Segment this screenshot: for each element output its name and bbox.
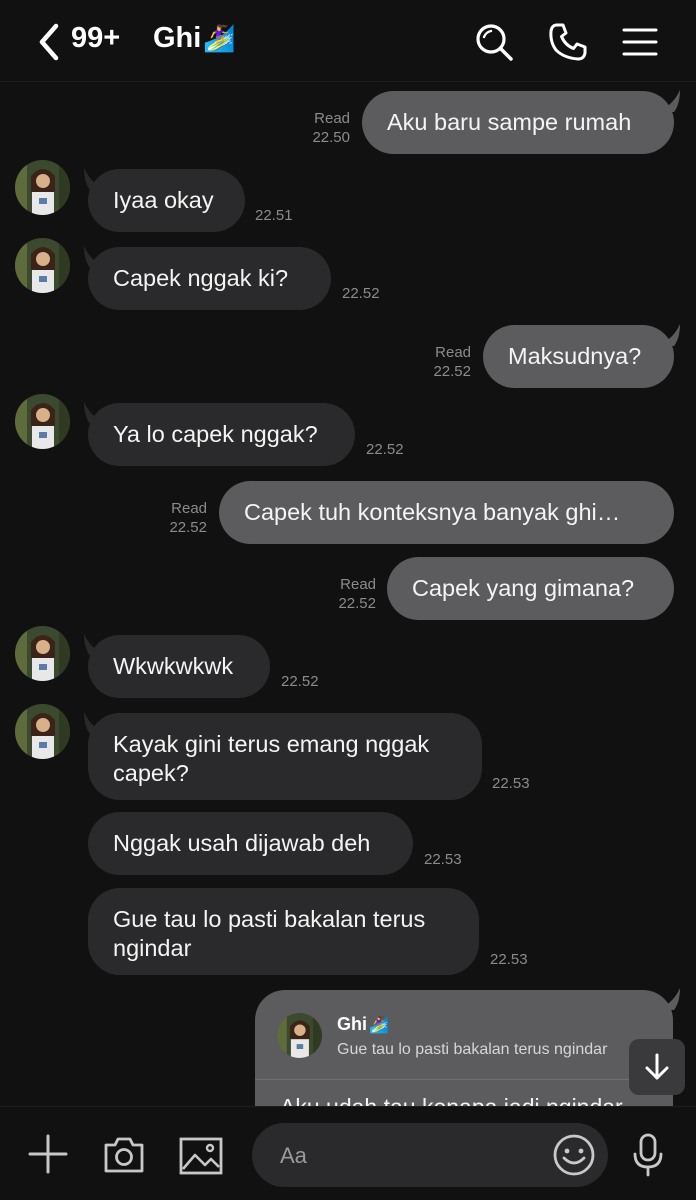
message-time: 22.53 (492, 775, 530, 792)
contact-avatar[interactable] (15, 394, 70, 449)
surfer-emoji-icon: 🏄‍♀️ (203, 23, 236, 53)
image-gallery-icon[interactable] (179, 1137, 223, 1175)
message-input[interactable]: Aa (252, 1123, 608, 1187)
menu-icon[interactable] (620, 22, 660, 62)
read-receipt: Read (314, 110, 350, 127)
message-bubble-outgoing[interactable]: Capek tuh konteksnya banyak ghi… (219, 481, 674, 544)
composer-bar: Aa (0, 1106, 696, 1200)
message-time: 22.53 (490, 951, 528, 968)
quoted-text: Gue tau lo pasti bakalan terus ngindar (337, 1041, 608, 1058)
message-bubble-incoming[interactable]: Gue tau lo pasti bakalan terus ngindar (88, 888, 479, 975)
message-bubble-outgoing[interactable]: Maksudnya? (483, 325, 674, 388)
quoted-sender: Ghi 🏄‍♀️ (337, 1014, 389, 1035)
message-bubble-incoming[interactable]: Iyaa okay (88, 169, 245, 232)
contact-title[interactable]: Ghi 🏄‍♀️ (153, 22, 236, 55)
message-meta: Read 22.50 (296, 109, 350, 147)
message-meta: Read 22.52 (153, 499, 207, 537)
read-receipt: Read (171, 500, 207, 517)
message-time: 22.52 (338, 595, 376, 612)
message-time: 22.52 (433, 363, 471, 380)
scroll-to-bottom-button[interactable] (629, 1039, 685, 1095)
contact-avatar[interactable] (15, 238, 70, 293)
reply-message-bubble[interactable]: Ghi 🏄‍♀️ Gue tau lo pasti bakalan terus … (255, 990, 673, 1106)
microphone-icon[interactable] (632, 1133, 664, 1177)
message-time: 22.52 (366, 441, 404, 458)
message-bubble-incoming[interactable]: Nggak usah dijawab deh (88, 812, 413, 875)
phone-call-icon[interactable] (548, 22, 588, 62)
contact-avatar[interactable] (15, 160, 70, 215)
quoted-message[interactable]: Ghi 🏄‍♀️ Gue tau lo pasti bakalan terus … (255, 990, 673, 1080)
message-time: 22.53 (424, 851, 462, 868)
chat-header: 99+ Ghi 🏄‍♀️ (0, 0, 696, 82)
contact-name: Ghi (153, 22, 202, 54)
message-time: 22.51 (255, 207, 293, 224)
quoted-sender-name: Ghi (337, 1014, 367, 1034)
contact-avatar[interactable] (15, 704, 70, 759)
message-time: 22.52 (281, 673, 319, 690)
message-bubble-incoming[interactable]: Ya lo capek nggak? (88, 403, 355, 466)
search-icon[interactable] (474, 22, 514, 62)
read-receipt: Read (340, 576, 376, 593)
surfer-emoji-icon: 🏄‍♀️ (369, 1016, 389, 1034)
back-arrow-icon[interactable] (34, 20, 64, 64)
message-bubble-incoming[interactable]: Capek nggak ki? (88, 247, 331, 310)
camera-icon[interactable] (102, 1135, 146, 1175)
message-list[interactable]: Aku baru sampe rumah Read 22.50 Iyaa oka… (0, 82, 696, 1106)
message-bubble-outgoing[interactable]: Aku baru sampe rumah (362, 91, 674, 154)
contact-avatar[interactable] (15, 626, 70, 681)
message-bubble-incoming[interactable]: Kayak gini terus emang nggak capek? (88, 713, 482, 800)
message-time: 22.52 (169, 519, 207, 536)
arrow-down-icon (645, 1053, 669, 1080)
message-meta: Read 22.52 (322, 575, 376, 613)
quoted-avatar (277, 1013, 322, 1058)
message-bubble-outgoing[interactable]: Capek yang gimana? (387, 557, 674, 620)
read-receipt: Read (435, 344, 471, 361)
message-input-placeholder: Aa (280, 1143, 307, 1168)
emoji-smile-icon[interactable] (552, 1133, 596, 1177)
message-bubble-incoming[interactable]: Wkwkwkwk (88, 635, 270, 698)
message-meta: Read 22.52 (417, 343, 471, 381)
unread-count[interactable]: 99+ (71, 22, 120, 55)
reply-text: Aku udah tau kenapa jadi ngindar (280, 1094, 623, 1106)
message-time: 22.50 (312, 129, 350, 146)
message-time: 22.52 (342, 285, 380, 302)
plus-icon[interactable] (28, 1134, 68, 1174)
